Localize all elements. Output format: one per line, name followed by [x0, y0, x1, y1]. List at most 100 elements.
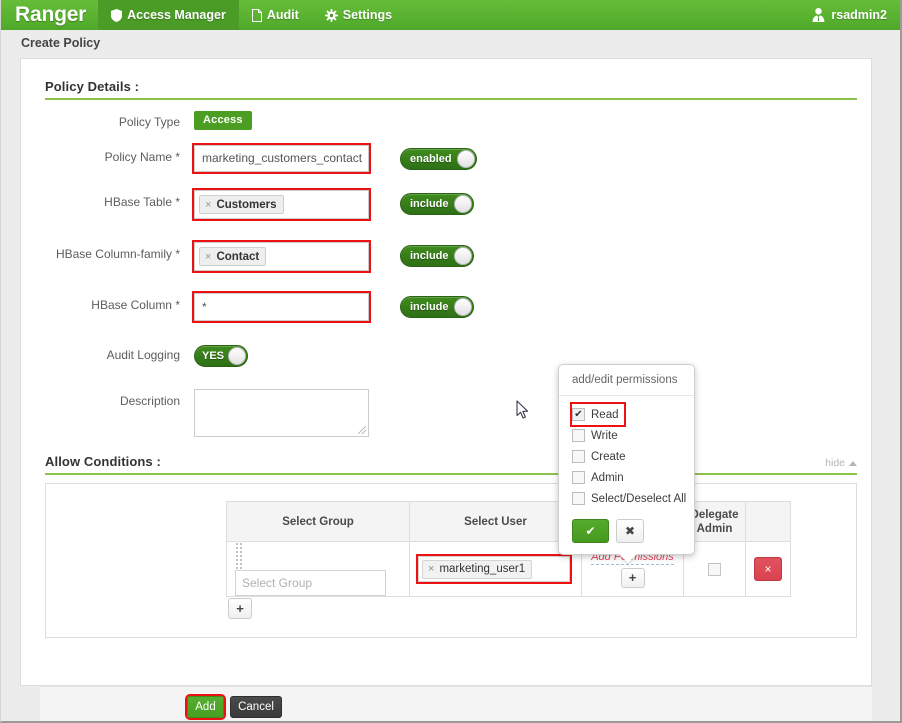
nav-item-access-manager[interactable]: Access Manager: [98, 0, 239, 30]
toggle-knob: [453, 247, 472, 265]
remove-token-icon[interactable]: ×: [205, 199, 211, 211]
permission-option-create[interactable]: Create: [572, 446, 694, 467]
table-header-row: Select Group Select User Permissions Del…: [226, 501, 791, 542]
permission-option-read-label: Read: [591, 408, 619, 421]
policy-name-enabled-toggle-label: enabled: [410, 153, 452, 165]
nav-item-access-manager-label: Access Manager: [127, 8, 226, 22]
permissions-confirm-button[interactable]: ✔: [572, 519, 609, 543]
policy-name-label: Policy Name *: [104, 150, 180, 164]
field-row-audit-logging: Audit Logging YES: [45, 343, 857, 367]
policy-details-section-header: Policy Details :: [45, 79, 857, 100]
allow-conditions-panel: Select Group Select User Permissions Del…: [45, 483, 857, 638]
select-user-token-label: marketing_user1: [439, 563, 526, 575]
breadcrumb: Create Policy: [1, 30, 900, 56]
add-condition-row-button[interactable]: +: [228, 598, 252, 619]
checkbox-select-all[interactable]: [572, 492, 585, 505]
policy-details-title: Policy Details :: [45, 79, 140, 94]
toggle-knob: [456, 150, 475, 168]
checkbox-create[interactable]: [572, 450, 585, 463]
select-user-input[interactable]: × marketing_user1: [416, 554, 572, 584]
permission-option-admin[interactable]: Admin: [572, 467, 694, 488]
hbase-column-family-include-toggle[interactable]: include: [400, 245, 474, 267]
hbase-column-family-token[interactable]: × Contact: [199, 247, 267, 266]
permissions-popover-options: ✔ Read Write Create Admin Select/Deselec…: [559, 396, 694, 515]
permission-option-admin-label: Admin: [591, 471, 624, 484]
top-navigation-bar: Ranger Access Manager Audit Settings rsa…: [1, 0, 900, 30]
remove-token-icon[interactable]: ×: [205, 251, 211, 263]
description-label: Description: [119, 394, 180, 408]
toggle-knob: [453, 298, 472, 316]
toggle-knob: [228, 347, 247, 365]
nav-item-settings-label: Settings: [342, 8, 393, 22]
audit-logging-label: Audit Logging: [106, 348, 180, 362]
hbase-column-include-toggle[interactable]: include: [400, 296, 474, 318]
hbase-column-family-label: HBase Column-family *: [55, 247, 180, 261]
allow-conditions-table: Select Group Select User Permissions Del…: [226, 501, 791, 597]
chevron-up-icon: [849, 457, 857, 469]
shield-icon: [111, 8, 123, 22]
hide-toggle-label: hide: [825, 457, 845, 469]
hide-toggle-link[interactable]: hide: [825, 457, 857, 469]
permission-option-create-label: Create: [591, 450, 626, 463]
permission-option-select-all[interactable]: Select/Deselect All: [572, 488, 694, 509]
table-row: Select Group × marketing_user1 Add Permi…: [226, 541, 791, 597]
permission-option-read[interactable]: ✔ Read: [570, 402, 626, 427]
popover-arrow: [619, 554, 637, 563]
policy-type-badge: Access: [194, 111, 252, 130]
audit-logging-toggle-label: YES: [202, 350, 225, 362]
add-edit-permissions-popover: add/edit permissions ✔ Read Write Create…: [558, 364, 695, 563]
permission-option-write[interactable]: Write: [572, 425, 694, 446]
cell-select-user: × marketing_user1: [409, 541, 582, 597]
allow-conditions-section-header: Allow Conditions : hide: [45, 454, 857, 475]
hbase-table-label: HBase Table *: [104, 195, 180, 209]
policy-name-enabled-toggle[interactable]: enabled: [400, 148, 477, 170]
user-icon: [812, 8, 825, 22]
cancel-button[interactable]: Cancel: [230, 696, 282, 718]
checkbox-write[interactable]: [572, 429, 585, 442]
delete-row-button[interactable]: ×: [754, 557, 782, 581]
add-permissions-button[interactable]: +: [620, 567, 645, 588]
hbase-table-include-toggle[interactable]: include: [400, 193, 474, 215]
delegate-admin-checkbox[interactable]: [708, 562, 721, 576]
field-row-policy-type: Policy Type Access: [45, 110, 857, 130]
permissions-popover-title: add/edit permissions: [559, 365, 694, 396]
field-row-policy-name: Policy Name * marketing_customers_contac…: [45, 143, 857, 174]
nav-item-settings[interactable]: Settings: [312, 0, 405, 30]
audit-logging-toggle[interactable]: YES: [194, 345, 249, 367]
description-textarea[interactable]: [194, 389, 369, 437]
remove-token-icon[interactable]: ×: [428, 563, 434, 575]
nav-item-audit-label: Audit: [266, 8, 299, 22]
file-icon: [251, 8, 262, 22]
nav-item-audit[interactable]: Audit: [239, 0, 312, 30]
page-title: Create Policy: [21, 36, 101, 50]
gear-icon: [324, 8, 338, 22]
policy-type-label: Policy Type: [118, 115, 180, 129]
hbase-table-token-label: Customers: [216, 198, 277, 211]
checkbox-admin[interactable]: [572, 471, 585, 484]
hbase-column-family-token-label: Contact: [216, 250, 260, 263]
hbase-column-family-input[interactable]: × Contact: [192, 240, 371, 273]
select-group-input[interactable]: Select Group: [235, 570, 386, 596]
app-window: Ranger Access Manager Audit Settings rsa…: [0, 0, 902, 723]
drag-handle-icon[interactable]: [235, 542, 242, 570]
permission-option-write-label: Write: [591, 429, 618, 442]
permissions-cancel-button[interactable]: ✖: [616, 519, 644, 543]
user-menu[interactable]: rsadmin2: [802, 0, 900, 30]
hbase-column-input[interactable]: *: [192, 291, 371, 323]
save-button[interactable]: Add: [185, 694, 226, 720]
form-footer: Add Cancel: [40, 686, 872, 721]
checkbox-read[interactable]: ✔: [572, 408, 585, 421]
select-user-token[interactable]: × marketing_user1: [422, 559, 533, 579]
policy-form-card: Policy Details : Policy Type Access Poli…: [20, 58, 872, 686]
column-header-select-user: Select User: [409, 501, 582, 542]
policy-name-input[interactable]: marketing_customers_contact: [192, 143, 371, 174]
column-header-select-group: Select Group: [226, 501, 410, 542]
permission-option-select-all-label: Select/Deselect All: [591, 492, 687, 505]
cell-select-group: Select Group: [226, 541, 410, 597]
hbase-column-label: HBase Column *: [91, 298, 180, 312]
allow-conditions-title: Allow Conditions :: [45, 454, 161, 469]
hbase-table-token[interactable]: × Customers: [199, 195, 284, 214]
ranger-logo[interactable]: Ranger: [1, 0, 98, 30]
field-row-hbase-table: HBase Table * × Customers include: [45, 188, 857, 221]
hbase-table-input[interactable]: × Customers: [192, 188, 371, 221]
